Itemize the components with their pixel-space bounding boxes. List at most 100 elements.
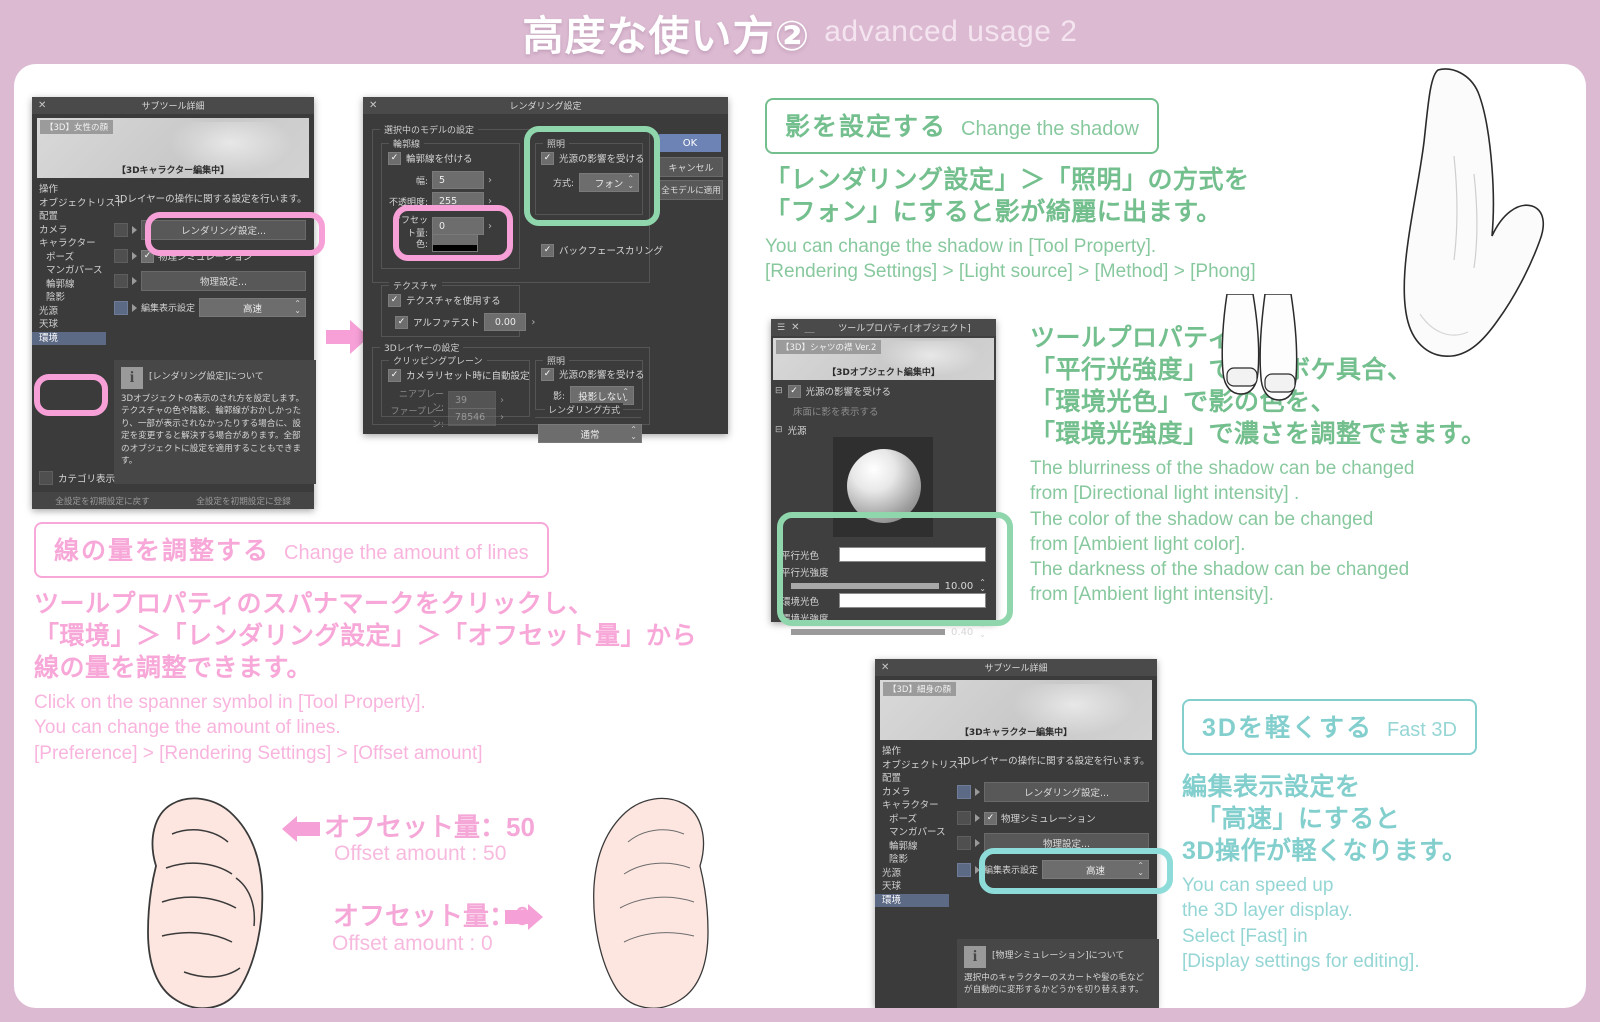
toggle-icon[interactable] [114,223,128,237]
outline-color-row[interactable]: 色: [388,234,508,252]
apply-all-models-button[interactable]: 全モデルに適用 [659,180,723,200]
dialog-subtool-detail-1[interactable]: ✕ サブツール詳細 【3D】女性の顔 【3Dキャラクター編集中】 操作 オブジェ… [32,97,316,509]
cancel-button[interactable]: キャンセル [659,157,723,177]
category-display-checkbox[interactable] [39,471,53,485]
directional-intensity-slider[interactable] [791,583,939,590]
collapse-icon[interactable]: ⊟ [775,386,783,396]
outline-opacity-row[interactable]: 不透明度: 255 › [388,192,508,210]
toggle-icon[interactable] [957,862,971,877]
stepper-icon[interactable]: ⌃ ⌄ [1137,862,1144,876]
minimize-icon[interactable]: ＿ [804,320,814,335]
expand-arrow-icon[interactable] [132,226,137,234]
render-settings-row[interactable]: レンダリング設定... [114,220,306,240]
ambient-color-swatch[interactable] [839,593,986,608]
physics-sim-checkbox[interactable]: ✓ [984,811,997,825]
dialog-tool-property[interactable]: ☰ ✕ ＿ ツールプロパティ[オブジェクト] 【3D】シャツの襟 Ver.2 【… [771,319,996,639]
close-icon[interactable]: ✕ [38,100,46,111]
sidebar-item-9[interactable]: 光源 [32,305,106,319]
toggle-icon[interactable] [114,300,128,315]
sidebar-item-10[interactable]: 天球 [875,880,949,894]
reset-all-button[interactable]: 全設定を初期設定に戻す [32,495,173,507]
sidebar-item-9[interactable]: 光源 [875,867,949,881]
close-icon[interactable]: ✕ [881,662,889,673]
sidebar-item-3[interactable]: カメラ [875,786,949,800]
dialog-rendering-settings[interactable]: ✕ レンダリング設定 選択中のモデルの設定 輪郭線 ✓ 輪郭線を付ける 幅: 5… [363,97,728,434]
toggle-icon[interactable] [114,249,128,263]
physics-settings-row[interactable]: 物理設定... [114,271,306,291]
stepper-icon[interactable]: ⌃ ⌄ [627,175,634,189]
sidebar-item-7[interactable]: 輪郭線 [32,278,106,292]
sidebar-item-environment[interactable]: 環境 [875,893,949,907]
light-affect-row[interactable]: ⊟ ✓ 光源の影響を受ける [775,384,891,398]
category-display-row[interactable]: カテゴリ表示 [39,471,115,485]
physics-settings-button[interactable]: 物理設定... [984,833,1149,853]
physics-settings-button[interactable]: 物理設定... [141,271,306,291]
dialog-subtool-detail-2[interactable]: ✕ サブツール詳細 【3D】細身の顔 【3Dキャラクター編集中】 操作 オブジェ… [875,659,1159,1008]
toggle-icon[interactable] [957,836,971,850]
physics-settings-row[interactable]: 物理設定... [957,833,1149,853]
sidebar-item-3[interactable]: カメラ [32,224,106,238]
sidebar-item-environment[interactable]: 環境 [32,331,106,345]
render-settings-button[interactable]: レンダリング設定... [141,220,306,240]
category-list[interactable]: 操作 オブジェクトリスト 配置 カメラ キャラクター ポーズ マンガパース 輪郭… [875,745,968,907]
expand-arrow-icon[interactable] [975,814,980,822]
sidebar-item-8[interactable]: 陰影 [875,853,949,867]
outline-checkbox-row[interactable]: ✓ 輪郭線を付ける [388,151,473,165]
expand-arrow-icon[interactable] [132,277,137,285]
stepper-icon[interactable]: ⌃ ⌄ [622,388,629,402]
sidebar-item-6[interactable]: マンガパース [875,826,949,840]
sidebar-item-6[interactable]: マンガパース [32,264,106,278]
color-swatch[interactable] [432,234,478,252]
sidebar-item-2[interactable]: 配置 [875,772,949,786]
opacity-input[interactable]: 255 [432,192,484,210]
render-method-select[interactable]: 通常 ⌃ ⌄ [538,424,642,443]
sidebar-item-8[interactable]: 陰影 [32,291,106,305]
ambient-intensity-row[interactable]: 環境光強度 0.40 ⌃ ⌄ [781,611,986,639]
expand-arrow-icon[interactable] [975,839,980,847]
directional-intensity-row[interactable]: 平行光強度 10.00 ⌃ ⌄ [781,565,986,593]
texture-checkbox[interactable]: ✓ [388,293,401,307]
light-method-row[interactable]: 方式: フォン ⌃ ⌄ [553,173,640,192]
chevron-right-icon[interactable]: › [531,317,535,328]
backface-row[interactable]: ✓ バックフェースカリング [541,243,663,257]
stepper-icon[interactable]: ⌃ ⌄ [979,579,986,593]
collapse-icon[interactable]: ⊟ [775,425,783,435]
alpha-test-checkbox[interactable]: ✓ [395,315,408,329]
offset-input[interactable]: 0 [432,217,484,235]
light-affect-checkbox[interactable]: ✓ [787,384,801,398]
outline-checkbox[interactable]: ✓ [388,151,401,165]
register-all-button[interactable]: 全設定を初期設定に登録 [173,495,314,507]
expand-arrow-icon[interactable] [132,252,137,260]
alpha-test-row[interactable]: ✓ アルファテスト 0.00 › [395,313,535,331]
outline-width-row[interactable]: 幅: 5 › [388,171,508,189]
ok-button[interactable]: OK [659,134,721,152]
edit-display-row[interactable]: 編集表示設定 高速 ⌃ ⌄ [114,298,306,317]
stepper-icon[interactable]: ⌃ ⌄ [979,625,986,639]
width-input[interactable]: 5 [432,171,484,189]
light2-checkbox[interactable]: ✓ [541,367,554,381]
light-checkbox-row[interactable]: ✓ 光源の影響を受ける [541,151,645,165]
light-sphere-preview[interactable] [833,437,933,537]
expand-arrow-icon[interactable] [132,303,137,312]
expand-arrow-icon[interactable] [975,788,980,796]
sidebar-item-10[interactable]: 天球 [32,318,106,332]
chevron-right-icon[interactable]: › [488,196,492,207]
sidebar-item-1[interactable]: オブジェクトリスト [875,759,968,773]
render-settings-button[interactable]: レンダリング設定... [984,782,1149,802]
physics-sim-row[interactable]: ✓ 物理シミュレーション [114,249,306,263]
light2-checkbox-row[interactable]: ✓ 光源の影響を受ける [541,367,645,381]
directional-color-row[interactable]: 平行光色 [781,547,986,562]
close-icon[interactable]: ✕ [369,100,377,111]
sidebar-item-1[interactable]: オブジェクトリスト [32,197,125,211]
ambient-intensity-slider[interactable] [791,629,946,636]
ambient-color-row[interactable]: 環境光色 [781,593,986,608]
sidebar-item-4[interactable]: キャラクター [32,237,106,251]
sidebar-item-0[interactable]: 操作 [875,745,949,759]
toggle-icon[interactable] [957,785,971,799]
backface-checkbox[interactable]: ✓ [541,243,554,257]
category-list[interactable]: 操作 オブジェクトリスト 配置 カメラ キャラクター ポーズ マンガパース 輪郭… [32,183,125,345]
light-section-row[interactable]: ⊟ 光源 [775,423,807,437]
physics-sim-row[interactable]: ✓ 物理シミュレーション [957,811,1149,825]
light-affect-checkbox[interactable]: ✓ [541,151,554,165]
sidebar-item-0[interactable]: 操作 [32,183,106,197]
